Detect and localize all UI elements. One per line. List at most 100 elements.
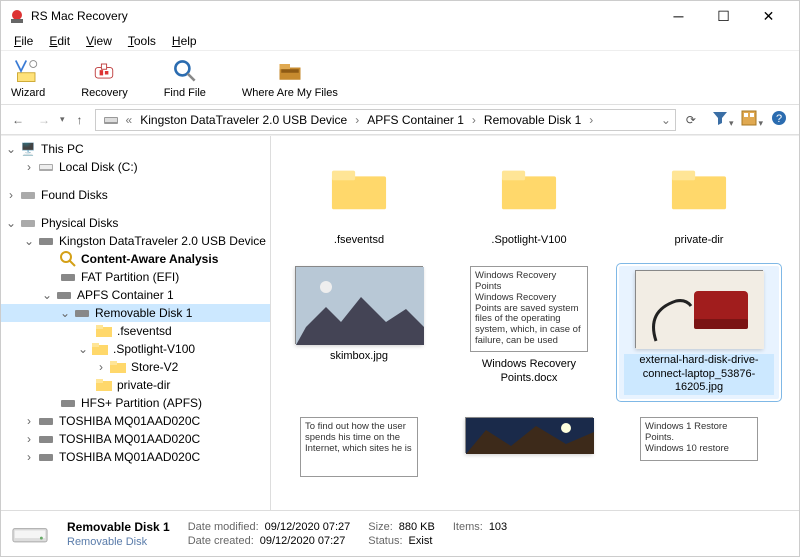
close-button[interactable]: ✕ bbox=[746, 2, 791, 30]
magnifier-icon bbox=[60, 252, 76, 266]
doc-preview: To find out how the user spends his time… bbox=[300, 417, 418, 477]
file-external-hdd-image[interactable]: external-hard-disk-drive-connect-laptop_… bbox=[619, 266, 779, 399]
file-doc-preview-2[interactable]: To find out how the user spends his time… bbox=[279, 417, 439, 477]
monitor-icon: 🖥️ bbox=[20, 142, 36, 156]
where-are-my-files-button[interactable]: Where Are My Files bbox=[242, 57, 338, 99]
image-thumbnail bbox=[635, 270, 763, 348]
status-type: Removable Disk bbox=[67, 536, 170, 548]
drive-icon bbox=[20, 188, 36, 202]
maximize-button[interactable]: ☐ bbox=[701, 2, 746, 30]
breadcrumb-device[interactable]: Kingston DataTraveler 2.0 USB Device bbox=[136, 113, 351, 127]
file-windows-recovery-doc[interactable]: Windows Recovery Points Windows Recovery… bbox=[449, 266, 609, 399]
tree-spotlight[interactable]: ⌄.Spotlight-V100 bbox=[1, 340, 270, 358]
status-size-label: Size: bbox=[368, 521, 392, 533]
tree-found-disks[interactable]: ›Found Disks bbox=[1, 186, 270, 204]
folder-icon bbox=[92, 342, 108, 356]
status-modified-label: Date modified: bbox=[188, 521, 259, 533]
status-status-value: Exist bbox=[409, 535, 433, 547]
folder-icon bbox=[304, 150, 414, 228]
drive-icon bbox=[20, 216, 36, 230]
tree-content-aware[interactable]: Content-Aware Analysis bbox=[1, 250, 270, 268]
tree-store-v2[interactable]: ›Store-V2 bbox=[1, 358, 270, 376]
file-doc-preview-3[interactable]: Windows 1 Restore Points. Windows 10 res… bbox=[619, 417, 779, 477]
item-label: private-dir bbox=[675, 234, 724, 248]
tree-label: Content-Aware Analysis bbox=[79, 252, 218, 266]
tree-fseventsd[interactable]: .fseventsd bbox=[1, 322, 270, 340]
tree-apfs-container[interactable]: ⌄APFS Container 1 bbox=[1, 286, 270, 304]
tree-label: TOSHIBA MQ01AAD020C bbox=[57, 414, 200, 428]
doc-preview: Windows Recovery Points Windows Recovery… bbox=[470, 266, 588, 352]
tree-physical-disks[interactable]: ⌄Physical Disks bbox=[1, 214, 270, 232]
file-skimbox[interactable]: skimbox.jpg bbox=[279, 266, 439, 399]
toolbar: Wizard Recovery Find File Where Are My F… bbox=[1, 51, 799, 105]
drive-icon bbox=[38, 432, 54, 446]
breadcrumb-dropdown[interactable]: ⌄ bbox=[661, 113, 671, 127]
file-image-3[interactable] bbox=[449, 417, 609, 477]
tree-kingston[interactable]: ⌄Kingston DataTraveler 2.0 USB Device bbox=[1, 232, 270, 250]
help-icon[interactable]: ? bbox=[771, 110, 787, 129]
image-thumbnail bbox=[295, 266, 423, 344]
recovery-button[interactable]: Recovery bbox=[81, 57, 127, 99]
chevron-icon[interactable]: › bbox=[587, 113, 595, 127]
nav-history-drop[interactable]: ▾ bbox=[59, 114, 65, 125]
tree-fat-partition[interactable]: FAT Partition (EFI) bbox=[1, 268, 270, 286]
tree-toshiba-2[interactable]: ›TOSHIBA MQ01AAD020C bbox=[1, 430, 270, 448]
breadcrumb[interactable]: « Kingston DataTraveler 2.0 USB Device ›… bbox=[95, 109, 676, 131]
tree-this-pc[interactable]: ⌄🖥️This PC bbox=[1, 140, 270, 158]
status-created-value: 09/12/2020 07:27 bbox=[260, 535, 346, 547]
tree-label: FAT Partition (EFI) bbox=[79, 270, 179, 284]
tree-toshiba-1[interactable]: ›TOSHIBA MQ01AAD020C bbox=[1, 412, 270, 430]
tree-private-dir[interactable]: private-dir bbox=[1, 376, 270, 394]
folder-fseventsd[interactable]: .fseventsd bbox=[279, 150, 439, 248]
menu-view[interactable]: View bbox=[79, 32, 119, 50]
chevron-icon[interactable]: « bbox=[124, 113, 135, 127]
tree-panel[interactable]: ⌄🖥️This PC ›Local Disk (C:) ›Found Disks… bbox=[1, 136, 271, 510]
tree-hfs-partition[interactable]: HFS+ Partition (APFS) bbox=[1, 394, 270, 412]
status-size-value: 880 KB bbox=[399, 521, 435, 533]
drive-icon bbox=[38, 160, 54, 174]
menu-help[interactable]: Help bbox=[165, 32, 204, 50]
tree-label: Local Disk (C:) bbox=[57, 160, 138, 174]
filter-icon[interactable]: ▾ bbox=[712, 110, 734, 129]
menu-edit[interactable]: Edit bbox=[42, 32, 77, 50]
folder-private-dir[interactable]: private-dir bbox=[619, 150, 779, 248]
drive-icon bbox=[103, 113, 119, 127]
wizard-button[interactable]: Wizard bbox=[11, 57, 45, 99]
doc-preview: Windows 1 Restore Points. Windows 10 res… bbox=[640, 417, 758, 461]
nav-up[interactable]: ↑ bbox=[69, 109, 91, 131]
status-items-label: Items: bbox=[453, 521, 483, 533]
file-grid[interactable]: .fseventsd .Spotlight-V100 private-dir s… bbox=[271, 136, 799, 510]
drive-icon bbox=[11, 521, 49, 547]
tree-label: TOSHIBA MQ01AAD020C bbox=[57, 432, 200, 446]
tree-label: .Spotlight-V100 bbox=[111, 342, 195, 356]
status-modified-value: 09/12/2020 07:27 bbox=[265, 521, 351, 533]
tree-label: Found Disks bbox=[39, 188, 108, 202]
menu-file[interactable]: File bbox=[7, 32, 40, 50]
status-status-label: Status: bbox=[368, 535, 402, 547]
tree-label: private-dir bbox=[115, 378, 170, 392]
find-file-button[interactable]: Find File bbox=[164, 57, 206, 99]
status-name: Removable Disk 1 bbox=[67, 520, 170, 534]
minimize-button[interactable]: ─ bbox=[656, 2, 701, 30]
chevron-icon[interactable]: › bbox=[470, 113, 478, 127]
tree-label: Kingston DataTraveler 2.0 USB Device bbox=[57, 234, 266, 248]
nav-back[interactable]: ← bbox=[7, 109, 29, 131]
chevron-icon[interactable]: › bbox=[353, 113, 361, 127]
breadcrumb-disk[interactable]: Removable Disk 1 bbox=[480, 113, 585, 127]
drive-icon bbox=[38, 414, 54, 428]
tree-label: This PC bbox=[39, 142, 84, 156]
folder-spotlight[interactable]: .Spotlight-V100 bbox=[449, 150, 609, 248]
menu-tools[interactable]: Tools bbox=[121, 32, 163, 50]
breadcrumb-container[interactable]: APFS Container 1 bbox=[363, 113, 468, 127]
tree-toshiba-3[interactable]: ›TOSHIBA MQ01AAD020C bbox=[1, 448, 270, 466]
svg-text:?: ? bbox=[776, 113, 782, 125]
view-options-icon[interactable]: ▾ bbox=[741, 110, 763, 129]
refresh-button[interactable]: ⟳ bbox=[680, 109, 702, 131]
window-title: RS Mac Recovery bbox=[31, 9, 128, 23]
item-label: external-hard-disk-drive-connect-laptop_… bbox=[624, 354, 774, 395]
nav-forward[interactable]: → bbox=[33, 109, 55, 131]
image-thumbnail bbox=[465, 417, 593, 453]
folder-icon bbox=[96, 324, 112, 338]
tree-removable-disk[interactable]: ⌄Removable Disk 1 bbox=[1, 304, 270, 322]
tree-local-disk[interactable]: ›Local Disk (C:) bbox=[1, 158, 270, 176]
